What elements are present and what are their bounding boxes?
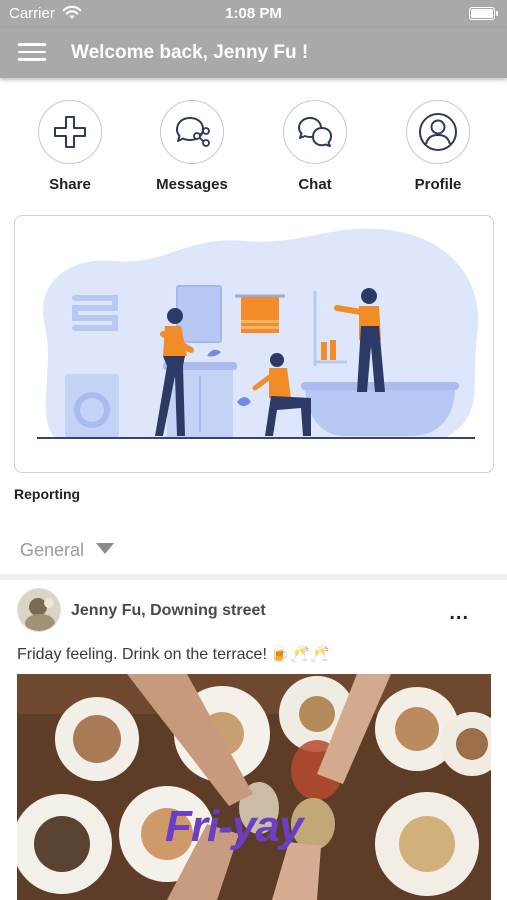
- more-options-icon[interactable]: ...: [449, 602, 469, 625]
- person-icon: [406, 100, 470, 164]
- banner-caption: Reporting: [14, 486, 81, 502]
- post-header: Jenny Fu, Downing street ...: [0, 586, 507, 636]
- profile-button[interactable]: Profile: [383, 100, 493, 193]
- nav-bar: Welcome back, Jenny Fu !: [0, 28, 507, 78]
- avatar[interactable]: [17, 588, 61, 632]
- post-caption: Friday feeling. Drink on the terrace!: [17, 646, 267, 663]
- post-emojis: 🍺🥂🥂: [269, 646, 330, 663]
- post-photo[interactable]: Fri-yay: [17, 674, 491, 900]
- section-selected-label: General: [20, 540, 85, 560]
- section-divider: [0, 574, 507, 580]
- share-label: Share: [49, 176, 91, 193]
- share-button[interactable]: Share: [15, 100, 125, 193]
- chat-bubbles-icon: [283, 100, 347, 164]
- page-title: Welcome back, Jenny Fu !: [71, 42, 309, 63]
- dinner-table-photo: [17, 674, 491, 900]
- chat-label: Chat: [298, 176, 332, 193]
- section-dropdown[interactable]: General: [20, 540, 115, 561]
- clock: 1:08 PM: [225, 5, 282, 22]
- caret-down-icon: [96, 543, 115, 554]
- profile-label: Profile: [414, 176, 462, 193]
- post-image-text: Fri-yay: [165, 802, 303, 851]
- reporting-banner[interactable]: [14, 215, 494, 473]
- status-bar: Carrier 1:08 PM: [0, 0, 507, 28]
- messages-button[interactable]: Messages: [137, 100, 247, 193]
- chat-button[interactable]: Chat: [260, 100, 370, 193]
- plumbers-illustration: [37, 228, 479, 439]
- plus-icon: [38, 100, 102, 164]
- post-text: Friday feeling. Drink on the terrace! 🍺🥂🥂: [17, 644, 330, 664]
- share-bubble-icon: [160, 100, 224, 164]
- post-author[interactable]: Jenny Fu, Downing street: [71, 602, 266, 620]
- messages-label: Messages: [156, 176, 228, 193]
- hamburger-menu-icon[interactable]: [18, 43, 46, 63]
- battery-icon: [469, 7, 498, 20]
- quick-actions: Share Messages Chat Profile: [0, 100, 507, 200]
